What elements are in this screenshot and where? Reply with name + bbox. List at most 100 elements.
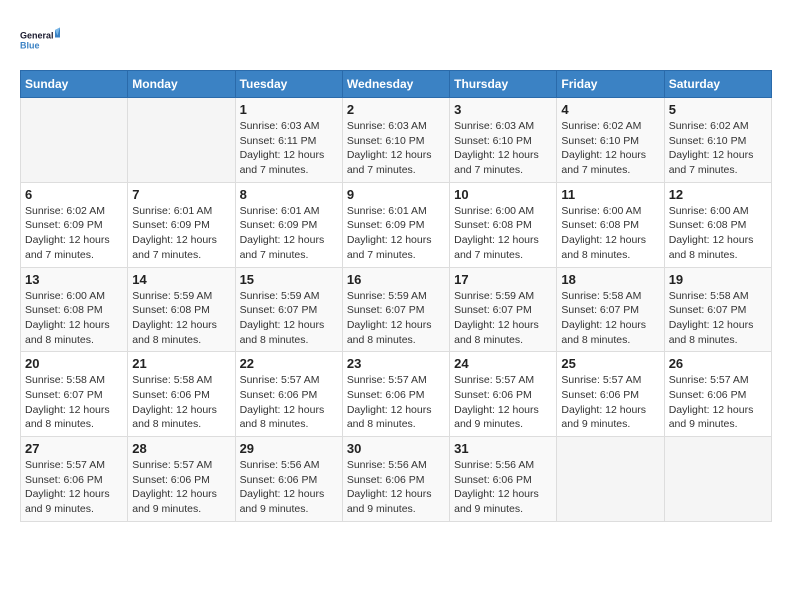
day-number: 3 — [454, 102, 552, 117]
day-info: Sunrise: 5:58 AM Sunset: 6:07 PM Dayligh… — [669, 289, 767, 348]
calendar-cell — [21, 98, 128, 183]
svg-text:General: General — [20, 31, 54, 41]
day-number: 31 — [454, 441, 552, 456]
day-number: 20 — [25, 356, 123, 371]
svg-text:Blue: Blue — [20, 41, 40, 51]
calendar-cell: 9 Sunrise: 6:01 AM Sunset: 6:09 PM Daylig… — [342, 182, 449, 267]
day-number: 14 — [132, 272, 230, 287]
logo: General Blue — [20, 20, 60, 60]
day-number: 1 — [240, 102, 338, 117]
day-number: 5 — [669, 102, 767, 117]
calendar-cell: 3Sunrise: 6:03 AM Sunset: 6:10 PM Daylig… — [450, 98, 557, 183]
day-info: Sunrise: 6:01 AM Sunset: 6:09 PM Dayligh… — [347, 204, 445, 263]
calendar-cell: 26 Sunrise: 5:57 AM Sunset: 6:06 PM Dayli… — [664, 352, 771, 437]
calendar-cell: 10 Sunrise: 6:00 AM Sunset: 6:08 PM Dayli… — [450, 182, 557, 267]
weekday-header-monday: Monday — [128, 71, 235, 98]
calendar-cell: 28 Sunrise: 5:57 AM Sunset: 6:06 PM Dayli… — [128, 437, 235, 522]
logo-svg: General Blue — [20, 20, 60, 60]
day-info: Sunrise: 6:00 AM Sunset: 6:08 PM Dayligh… — [669, 204, 767, 263]
day-info: Sunrise: 6:01 AM Sunset: 6:09 PM Dayligh… — [132, 204, 230, 263]
calendar-cell: 13 Sunrise: 6:00 AM Sunset: 6:08 PM Dayli… — [21, 267, 128, 352]
calendar-cell: 20 Sunrise: 5:58 AM Sunset: 6:07 PM Dayli… — [21, 352, 128, 437]
day-number: 26 — [669, 356, 767, 371]
calendar-cell: 27 Sunrise: 5:57 AM Sunset: 6:06 PM Dayli… — [21, 437, 128, 522]
calendar-table: SundayMondayTuesdayWednesdayThursdayFrid… — [20, 70, 772, 522]
weekday-header-row: SundayMondayTuesdayWednesdayThursdayFrid… — [21, 71, 772, 98]
day-number: 18 — [561, 272, 659, 287]
weekday-header-wednesday: Wednesday — [342, 71, 449, 98]
day-info: Sunrise: 5:58 AM Sunset: 6:07 PM Dayligh… — [561, 289, 659, 348]
calendar-cell — [557, 437, 664, 522]
day-info: Sunrise: 6:03 AM Sunset: 6:10 PM Dayligh… — [347, 119, 445, 178]
day-number: 27 — [25, 441, 123, 456]
day-number: 10 — [454, 187, 552, 202]
weekday-header-thursday: Thursday — [450, 71, 557, 98]
calendar-cell: 14 Sunrise: 5:59 AM Sunset: 6:08 PM Dayli… — [128, 267, 235, 352]
day-info: Sunrise: 6:01 AM Sunset: 6:09 PM Dayligh… — [240, 204, 338, 263]
calendar-cell: 8Sunrise: 6:01 AM Sunset: 6:09 PM Daylig… — [235, 182, 342, 267]
day-info: Sunrise: 5:59 AM Sunset: 6:07 PM Dayligh… — [240, 289, 338, 348]
day-info: Sunrise: 5:57 AM Sunset: 6:06 PM Dayligh… — [669, 373, 767, 432]
page-header: General Blue — [20, 20, 772, 60]
day-info: Sunrise: 5:57 AM Sunset: 6:06 PM Dayligh… — [454, 373, 552, 432]
day-number: 7 — [132, 187, 230, 202]
day-info: Sunrise: 6:00 AM Sunset: 6:08 PM Dayligh… — [561, 204, 659, 263]
calendar-cell: 2 Sunrise: 6:03 AM Sunset: 6:10 PM Daylig… — [342, 98, 449, 183]
week-row-5: 27 Sunrise: 5:57 AM Sunset: 6:06 PM Dayli… — [21, 437, 772, 522]
day-info: Sunrise: 5:57 AM Sunset: 6:06 PM Dayligh… — [25, 458, 123, 517]
week-row-1: 1 Sunrise: 6:03 AM Sunset: 6:11 PM Daylig… — [21, 98, 772, 183]
calendar-cell: 15Sunrise: 5:59 AM Sunset: 6:07 PM Dayli… — [235, 267, 342, 352]
day-info: Sunrise: 5:59 AM Sunset: 6:07 PM Dayligh… — [454, 289, 552, 348]
day-number: 12 — [669, 187, 767, 202]
calendar-cell: 1 Sunrise: 6:03 AM Sunset: 6:11 PM Daylig… — [235, 98, 342, 183]
calendar-cell: 6 Sunrise: 6:02 AM Sunset: 6:09 PM Daylig… — [21, 182, 128, 267]
day-number: 29 — [240, 441, 338, 456]
day-info: Sunrise: 5:59 AM Sunset: 6:08 PM Dayligh… — [132, 289, 230, 348]
weekday-header-tuesday: Tuesday — [235, 71, 342, 98]
calendar-cell — [664, 437, 771, 522]
calendar-cell: 29 Sunrise: 5:56 AM Sunset: 6:06 PM Dayli… — [235, 437, 342, 522]
day-number: 11 — [561, 187, 659, 202]
weekday-header-saturday: Saturday — [664, 71, 771, 98]
week-row-2: 6 Sunrise: 6:02 AM Sunset: 6:09 PM Daylig… — [21, 182, 772, 267]
calendar-cell: 24 Sunrise: 5:57 AM Sunset: 6:06 PM Dayli… — [450, 352, 557, 437]
day-number: 19 — [669, 272, 767, 287]
week-row-3: 13 Sunrise: 6:00 AM Sunset: 6:08 PM Dayli… — [21, 267, 772, 352]
week-row-4: 20 Sunrise: 5:58 AM Sunset: 6:07 PM Dayli… — [21, 352, 772, 437]
calendar-cell: 17Sunrise: 5:59 AM Sunset: 6:07 PM Dayli… — [450, 267, 557, 352]
day-info: Sunrise: 6:00 AM Sunset: 6:08 PM Dayligh… — [454, 204, 552, 263]
calendar-cell: 18 Sunrise: 5:58 AM Sunset: 6:07 PM Dayli… — [557, 267, 664, 352]
day-info: Sunrise: 5:57 AM Sunset: 6:06 PM Dayligh… — [240, 373, 338, 432]
day-info: Sunrise: 6:02 AM Sunset: 6:10 PM Dayligh… — [669, 119, 767, 178]
calendar-cell: 21Sunrise: 5:58 AM Sunset: 6:06 PM Dayli… — [128, 352, 235, 437]
day-number: 22 — [240, 356, 338, 371]
day-info: Sunrise: 6:02 AM Sunset: 6:09 PM Dayligh… — [25, 204, 123, 263]
day-number: 13 — [25, 272, 123, 287]
day-number: 28 — [132, 441, 230, 456]
calendar-cell: 19 Sunrise: 5:58 AM Sunset: 6:07 PM Dayli… — [664, 267, 771, 352]
calendar-cell: 12 Sunrise: 6:00 AM Sunset: 6:08 PM Dayli… — [664, 182, 771, 267]
calendar-cell: 16Sunrise: 5:59 AM Sunset: 6:07 PM Dayli… — [342, 267, 449, 352]
weekday-header-friday: Friday — [557, 71, 664, 98]
day-info: Sunrise: 6:02 AM Sunset: 6:10 PM Dayligh… — [561, 119, 659, 178]
day-info: Sunrise: 5:58 AM Sunset: 6:06 PM Dayligh… — [132, 373, 230, 432]
day-number: 24 — [454, 356, 552, 371]
calendar-cell: 22 Sunrise: 5:57 AM Sunset: 6:06 PM Dayli… — [235, 352, 342, 437]
day-number: 6 — [25, 187, 123, 202]
day-number: 23 — [347, 356, 445, 371]
day-info: Sunrise: 5:57 AM Sunset: 6:06 PM Dayligh… — [132, 458, 230, 517]
weekday-header-sunday: Sunday — [21, 71, 128, 98]
day-number: 9 — [347, 187, 445, 202]
day-info: Sunrise: 5:56 AM Sunset: 6:06 PM Dayligh… — [240, 458, 338, 517]
day-number: 25 — [561, 356, 659, 371]
calendar-cell: 25Sunrise: 5:57 AM Sunset: 6:06 PM Dayli… — [557, 352, 664, 437]
day-info: Sunrise: 6:00 AM Sunset: 6:08 PM Dayligh… — [25, 289, 123, 348]
calendar-cell — [128, 98, 235, 183]
day-info: Sunrise: 5:58 AM Sunset: 6:07 PM Dayligh… — [25, 373, 123, 432]
day-number: 2 — [347, 102, 445, 117]
calendar-cell: 31Sunrise: 5:56 AM Sunset: 6:06 PM Dayli… — [450, 437, 557, 522]
day-info: Sunrise: 6:03 AM Sunset: 6:11 PM Dayligh… — [240, 119, 338, 178]
day-number: 4 — [561, 102, 659, 117]
calendar-cell: 23Sunrise: 5:57 AM Sunset: 6:06 PM Dayli… — [342, 352, 449, 437]
day-number: 16 — [347, 272, 445, 287]
